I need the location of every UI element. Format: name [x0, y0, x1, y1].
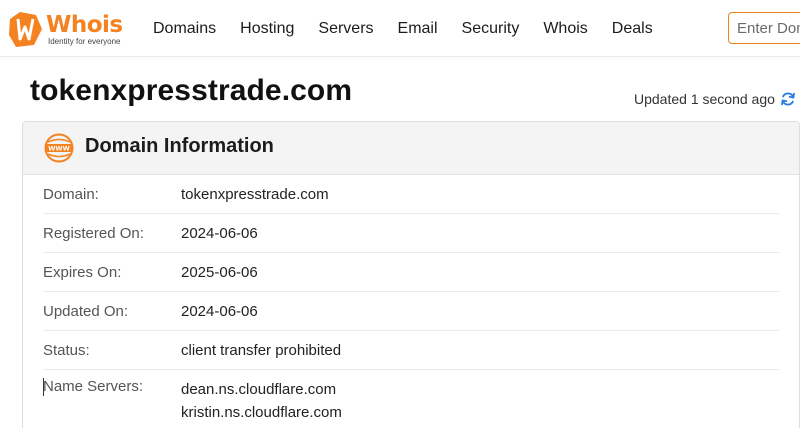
- table-row-name-servers: Name Servers: dean.ns.cloudflare.com kri…: [43, 370, 779, 424]
- name-server-list: dean.ns.cloudflare.com kristin.ns.cloudf…: [181, 378, 342, 424]
- refresh-icon[interactable]: [780, 91, 796, 107]
- nav-deals[interactable]: Deals: [612, 20, 653, 38]
- main-nav: Domains Hosting Servers Email Security W…: [141, 0, 665, 57]
- row-label: Registered On:: [43, 224, 144, 242]
- row-value: client transfer prohibited: [181, 341, 342, 359]
- row-label: Updated On:: [43, 302, 129, 320]
- domain-search-input[interactable]: [728, 12, 800, 44]
- row-label: Status:: [43, 341, 90, 359]
- row-value: 2024-06-06: [181, 224, 258, 242]
- whois-logo[interactable]: Whois Identity for everyone: [6, 9, 130, 49]
- updated-text: Updated 1 second ago: [634, 91, 775, 107]
- www-globe-icon: WWW: [44, 133, 74, 163]
- table-row-status: Status: client transfer prohibited: [43, 331, 779, 370]
- table-row-registered: Registered On: 2024-06-06: [43, 214, 779, 253]
- logo-wordmark: Whois: [46, 12, 123, 38]
- name-servers-label: Name Servers:: [43, 378, 144, 395]
- nav-domains[interactable]: Domains: [153, 20, 216, 38]
- logo-tagline: Identity for everyone: [48, 37, 121, 46]
- domain-info-table: Domain: tokenxpresstrade.com Registered …: [23, 175, 799, 424]
- nav-servers[interactable]: Servers: [318, 20, 373, 38]
- table-row-expires: Expires On: 2025-06-06: [43, 253, 779, 292]
- whois-logo-icon: [9, 12, 42, 47]
- page-title: tokenxpresstrade.com: [30, 74, 353, 107]
- nav-email[interactable]: Email: [398, 20, 438, 38]
- svg-text:WWW: WWW: [48, 145, 70, 153]
- table-row-updated: Updated On: 2024-06-06: [43, 292, 779, 331]
- row-value: 2025-06-06: [181, 263, 258, 281]
- card-header: WWW Domain Information: [23, 122, 799, 175]
- nav-security[interactable]: Security: [462, 20, 520, 38]
- name-server-item: kristin.ns.cloudflare.com: [181, 404, 342, 421]
- row-value: 2024-06-06: [181, 302, 258, 320]
- site-header: Whois Identity for everyone Domains Host…: [0, 0, 800, 57]
- card-title: Domain Information: [85, 135, 274, 157]
- row-label: Name Servers:: [43, 378, 181, 397]
- updated-status: Updated 1 second ago: [634, 91, 796, 107]
- row-label: Domain:: [43, 185, 99, 203]
- row-label: Expires On:: [43, 263, 122, 281]
- name-server-item: dean.ns.cloudflare.com: [181, 381, 337, 398]
- nav-whois[interactable]: Whois: [543, 20, 587, 38]
- row-value: tokenxpresstrade.com: [181, 185, 329, 203]
- table-row-domain: Domain: tokenxpresstrade.com: [43, 175, 779, 214]
- domain-information-card: WWW Domain Information Domain: tokenxpre…: [22, 121, 800, 428]
- nav-hosting[interactable]: Hosting: [240, 20, 294, 38]
